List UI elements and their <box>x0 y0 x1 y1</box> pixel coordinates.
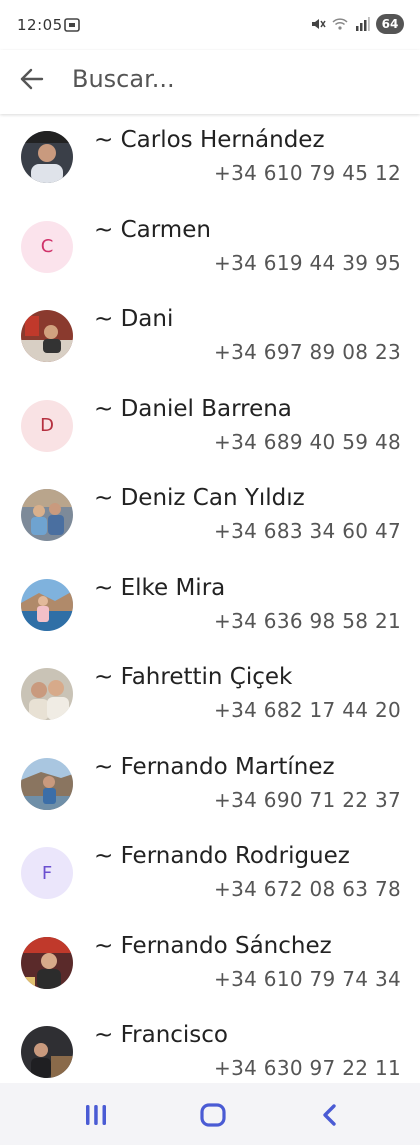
contact-item[interactable]: C ~ Carmen +34 619 44 39 95 <box>0 205 420 295</box>
contact-name: ~ Fernando Martínez <box>94 753 335 780</box>
contact-phone: +34 690 71 22 37 <box>214 787 401 812</box>
contact-avatar <box>21 489 73 541</box>
battery-indicator: 64 <box>376 14 404 34</box>
back-icon[interactable] <box>316 1101 344 1129</box>
contact-name: ~ Dani <box>94 306 174 332</box>
contact-name: ~ Francisco <box>94 1022 229 1048</box>
contact-avatar <box>21 668 73 720</box>
contact-avatar <box>21 757 73 810</box>
contact-item[interactable]: ~ Elke Mira +34 636 98 58 21 <box>0 563 420 653</box>
contact-name: ~ Fahrettin Çiçek <box>94 664 293 690</box>
contact-avatar <box>21 578 73 631</box>
arrow-back-icon[interactable] <box>18 65 46 93</box>
contact-phone: +34 697 89 08 23 <box>214 340 401 364</box>
status-icons: 64 <box>310 14 404 34</box>
contact-item[interactable]: ~ Deniz Can Yıldız +34 683 34 60 47 <box>0 473 420 563</box>
search-input[interactable] <box>72 60 392 98</box>
contact-avatar-letter: C <box>21 220 73 273</box>
wifi-icon <box>332 18 348 30</box>
contact-avatar-letter: F <box>21 847 73 899</box>
contact-item[interactable]: ~ Fahrettin Çiçek +34 682 17 44 20 <box>0 652 420 742</box>
system-nav-bar <box>0 1083 420 1145</box>
status-time: 12:05 <box>17 16 63 34</box>
contact-phone: +34 689 40 59 48 <box>214 429 401 454</box>
contact-name: ~ Fernando Rodriguez <box>94 843 350 869</box>
home-icon[interactable] <box>199 1101 227 1129</box>
mute-icon <box>312 19 326 29</box>
contact-phone: +34 610 79 45 12 <box>214 161 401 185</box>
search-app-bar <box>0 50 420 114</box>
contact-phone: +34 610 79 74 34 <box>214 966 401 991</box>
screen-record-icon <box>64 18 80 32</box>
signal-icon <box>356 17 370 31</box>
contact-item[interactable]: F ~ Fernando Rodriguez +34 672 08 63 78 <box>0 831 420 921</box>
contact-avatar <box>21 131 73 183</box>
contact-item[interactable]: ~ Fernando Sánchez +34 610 79 74 34 <box>0 921 420 1011</box>
contact-item[interactable]: ~ Francisco +34 630 97 22 11 <box>0 1010 420 1083</box>
contact-phone: +34 619 44 39 95 <box>214 250 401 275</box>
recent-apps-icon[interactable] <box>82 1101 110 1129</box>
contact-name: ~ Carlos Hernández <box>94 127 325 153</box>
contact-phone: +34 636 98 58 21 <box>214 608 401 633</box>
contact-phone: +34 672 08 63 78 <box>214 877 401 901</box>
contact-phone: +34 630 97 22 11 <box>214 1056 401 1080</box>
contact-name: ~ Elke Mira <box>94 574 226 601</box>
contact-avatar <box>21 310 73 362</box>
contact-list: ~ Carlos Hernández +34 610 79 45 12 C ~ … <box>0 115 420 1083</box>
contact-avatar <box>21 1026 73 1078</box>
contact-item[interactable]: D ~ Daniel Barrena +34 689 40 59 48 <box>0 384 420 474</box>
contact-item[interactable]: ~ Dani +34 697 89 08 23 <box>0 294 420 384</box>
contact-item[interactable]: ~ Fernando Martínez +34 690 71 22 37 <box>0 742 420 832</box>
contact-phone: +34 683 34 60 47 <box>214 519 401 543</box>
contact-phone: +34 682 17 44 20 <box>214 698 401 722</box>
contact-item[interactable]: ~ Carlos Hernández +34 610 79 45 12 <box>0 115 420 205</box>
contact-name: ~ Fernando Sánchez <box>94 932 332 959</box>
contact-name: ~ Daniel Barrena <box>94 395 292 422</box>
contact-avatar-letter: D <box>21 399 73 452</box>
contact-name: ~ Carmen <box>94 216 211 243</box>
contact-name: ~ Deniz Can Yıldız <box>94 485 305 511</box>
contact-avatar <box>21 936 73 989</box>
status-bar: 12:05 64 <box>0 0 420 50</box>
